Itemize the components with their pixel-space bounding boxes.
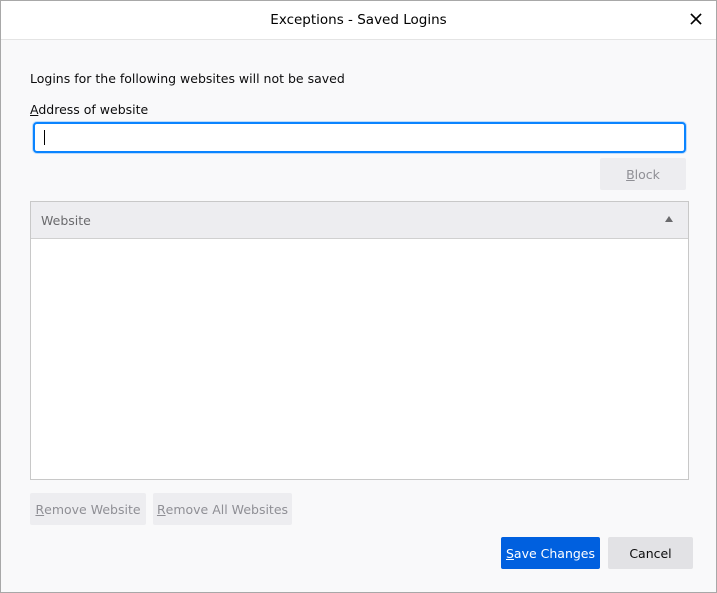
cancel-button[interactable]: Cancel (608, 537, 693, 569)
save-changes-access-key: S (505, 545, 514, 561)
title-bar: Exceptions - Saved Logins (1, 1, 716, 40)
address-label-text: ddress of website (38, 102, 149, 117)
address-label: Address of website (30, 102, 148, 117)
block-button[interactable]: Block (600, 158, 686, 190)
remove-website-access-key: R (35, 501, 45, 517)
save-changes-label: ave Changes (513, 545, 596, 561)
remove-all-websites-button[interactable]: Remove All Websites (153, 493, 292, 525)
websites-table[interactable]: Website (30, 201, 689, 480)
remove-all-access-key: R (156, 501, 166, 517)
window-title: Exceptions - Saved Logins (270, 12, 447, 28)
sort-ascending-icon (665, 216, 673, 222)
block-button-access-key: B (626, 166, 635, 182)
address-input[interactable] (33, 122, 686, 153)
remove-website-label: emove Website (44, 501, 141, 517)
intro-text: Logins for the following websites will n… (30, 71, 345, 86)
column-header-label: Website (41, 213, 91, 228)
close-icon (690, 13, 702, 25)
close-button[interactable] (682, 5, 710, 33)
remove-all-label: emove All Websites (165, 501, 289, 517)
column-header-website[interactable]: Website (31, 202, 688, 239)
block-button-label: lock (634, 166, 660, 182)
save-changes-button[interactable]: Save Changes (501, 537, 600, 569)
text-caret (44, 130, 45, 145)
remove-website-button[interactable]: Remove Website (30, 493, 146, 525)
exceptions-dialog: Exceptions - Saved Logins Logins for the… (0, 0, 717, 593)
